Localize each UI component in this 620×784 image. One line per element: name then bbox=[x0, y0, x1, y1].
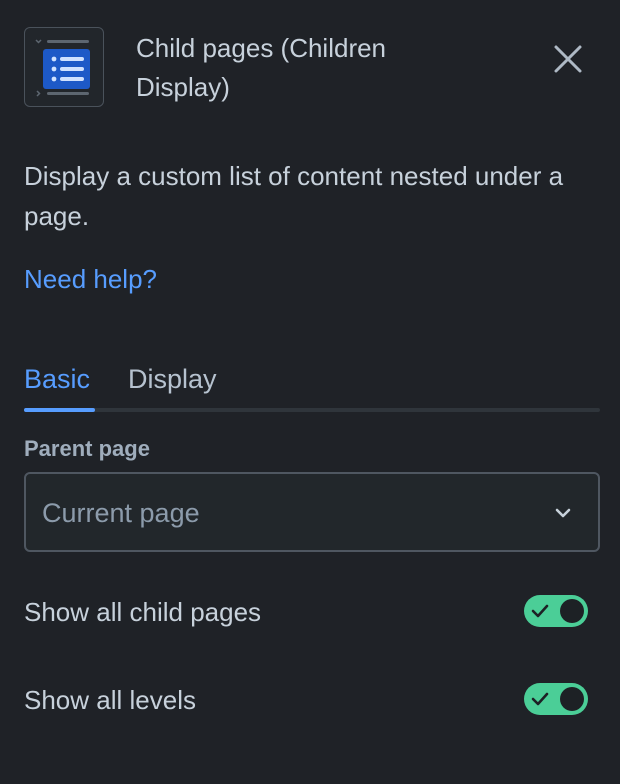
close-icon bbox=[554, 45, 582, 73]
check-icon bbox=[531, 604, 549, 618]
chevron-down-icon bbox=[555, 508, 571, 518]
macro-config-panel: Child pages (Children Display) Display a… bbox=[0, 0, 620, 784]
panel-title: Child pages (Children Display) bbox=[136, 33, 387, 102]
toggle-row-show-all-child-pages: Show all child pages bbox=[24, 592, 590, 632]
toggle-knob bbox=[560, 687, 584, 711]
close-button[interactable] bbox=[546, 37, 590, 81]
show-all-child-pages-toggle[interactable] bbox=[524, 595, 588, 627]
panel-header: Child pages (Children Display) bbox=[24, 27, 596, 107]
show-all-levels-toggle[interactable] bbox=[524, 683, 588, 715]
tab-list: Basic Display bbox=[24, 360, 600, 412]
tab-basic[interactable]: Basic bbox=[24, 362, 90, 396]
check-icon bbox=[531, 692, 549, 706]
toggle-row-show-all-levels: Show all levels bbox=[24, 680, 590, 720]
tab-display[interactable]: Display bbox=[128, 362, 217, 396]
list-icon bbox=[35, 39, 90, 97]
parent-page-value: Current page bbox=[42, 498, 200, 528]
macro-description: Display a custom list of content nested … bbox=[24, 161, 564, 231]
macro-icon bbox=[24, 27, 104, 107]
need-help-link[interactable]: Need help? bbox=[24, 262, 157, 296]
toggle-knob bbox=[560, 599, 584, 623]
show-all-levels-label: Show all levels bbox=[24, 685, 196, 715]
parent-page-select[interactable]: Current page bbox=[24, 472, 600, 552]
parent-page-label: Parent page bbox=[24, 436, 150, 461]
tabs-divider bbox=[24, 408, 600, 412]
active-tab-indicator bbox=[24, 408, 95, 412]
show-all-child-pages-label: Show all child pages bbox=[24, 597, 262, 627]
